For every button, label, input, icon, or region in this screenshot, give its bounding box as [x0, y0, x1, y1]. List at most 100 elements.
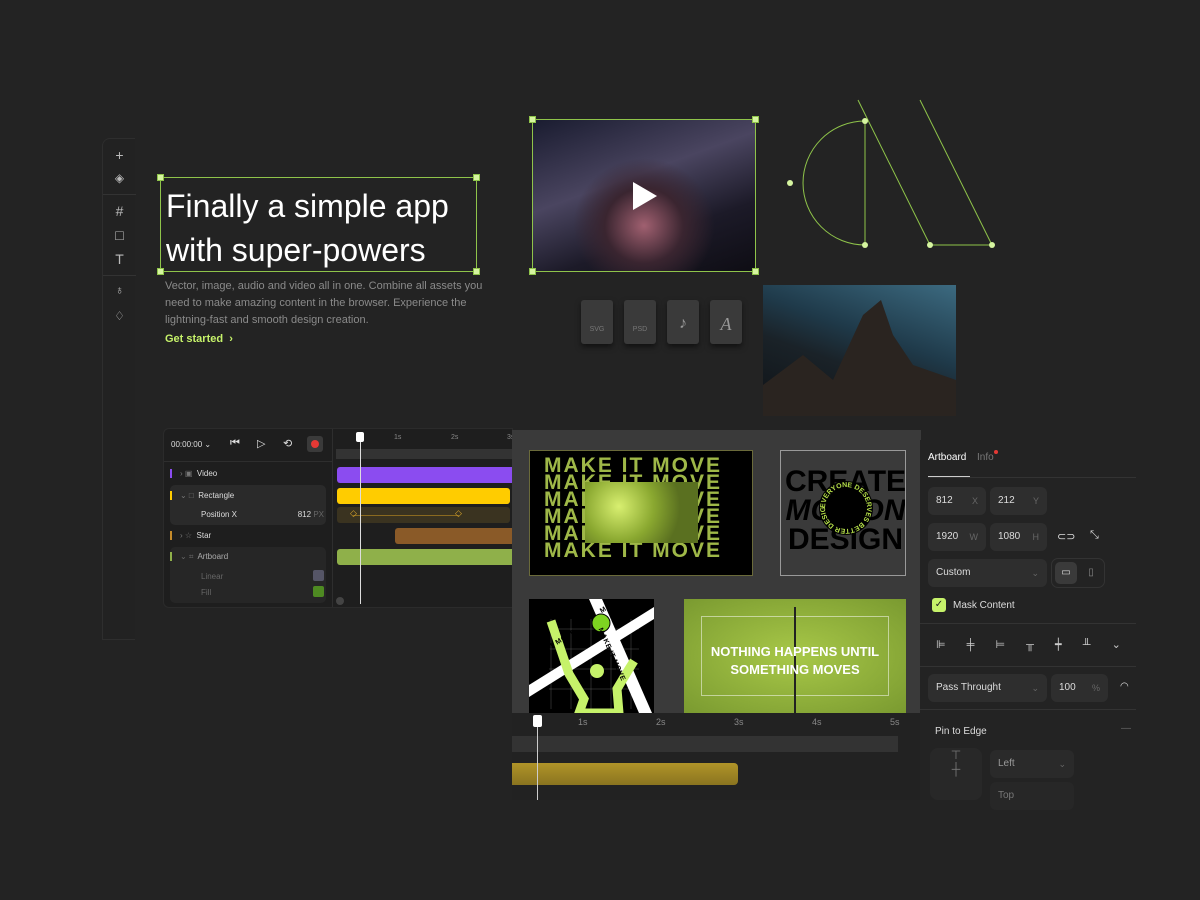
track-bar-video[interactable]: [337, 467, 512, 483]
psd-file-icon[interactable]: PSD: [624, 300, 656, 344]
chevron-down-icon: ⌄: [1058, 759, 1066, 769]
cta-label: Get started: [165, 333, 224, 345]
get-started-link[interactable]: Get started ›: [165, 333, 233, 345]
preset-select[interactable]: Custom ⌄: [928, 559, 1047, 587]
scrollbar-thumb[interactable]: [336, 597, 344, 605]
frame-icon[interactable]: #: [103, 203, 136, 219]
font-file-icon[interactable]: A: [710, 300, 742, 344]
property-position-x[interactable]: Position X 812 PX: [170, 510, 326, 519]
landscape-icon[interactable]: ▭: [1055, 562, 1077, 584]
layer-star[interactable]: › ☆ Star: [170, 531, 326, 540]
portrait-icon[interactable]: ▯: [1080, 562, 1102, 584]
opacity-input[interactable]: 100%: [1051, 674, 1108, 702]
layer-rectangle[interactable]: ⌄ □ Rectangle: [170, 491, 326, 500]
color-swatch[interactable]: [313, 586, 324, 597]
y-input[interactable]: 212 Y: [990, 487, 1047, 515]
track-bar[interactable]: [512, 763, 738, 785]
height-input[interactable]: 1080 H: [990, 523, 1047, 551]
track-bar-artboard[interactable]: [337, 549, 512, 565]
divider: [103, 275, 136, 276]
skip-back-icon[interactable]: ⏮: [230, 437, 240, 450]
selection-handle[interactable]: [157, 174, 164, 181]
time-display[interactable]: 00:00:00 ⌄: [171, 440, 211, 449]
pin-to-edge-heading: Pin to Edge: [935, 726, 987, 737]
mountain-image[interactable]: [763, 285, 956, 416]
link-icon[interactable]: ⊂⊃: [1057, 530, 1075, 543]
gradient-swatch[interactable]: [313, 570, 324, 581]
timeline-panel: 00:00:00 ⌄ ⏮ ▷ ⟲ 1s 2s 3s › ▣ Video ⌄ □ …: [163, 428, 513, 608]
property-fill[interactable]: Fill: [170, 586, 326, 597]
tab-artboard[interactable]: Artboard: [928, 452, 966, 463]
scrub-track[interactable]: [336, 449, 512, 459]
player-illustration: [529, 599, 654, 713]
keyframe-track: ◇ ◇: [337, 507, 510, 523]
tab-info[interactable]: Info: [977, 450, 998, 463]
blend-mode-select[interactable]: Pass Throught ⌄: [928, 674, 1047, 702]
tick-label: 2s: [656, 717, 666, 727]
video-thumbnail[interactable]: [529, 116, 759, 275]
selection-handle[interactable]: [473, 268, 480, 275]
mask-content-checkbox[interactable]: ✓: [932, 598, 946, 612]
tool-sidebar: + ◈ # □ T ♁ ♢: [102, 138, 136, 640]
record-icon: [311, 440, 319, 448]
property-value[interactable]: 812: [298, 510, 311, 519]
pin-horizontal-select[interactable]: Left ⌄: [990, 750, 1074, 778]
width-input[interactable]: 1920 W: [928, 523, 986, 551]
selection-handle[interactable]: [529, 116, 536, 123]
tick-label: 4s: [812, 717, 822, 727]
shrink-icon[interactable]: ⤡: [1090, 529, 1099, 542]
playhead[interactable]: [537, 716, 538, 800]
mountain-shape: [763, 300, 956, 416]
text-icon[interactable]: T: [103, 251, 136, 267]
audio-file-icon[interactable]: ♪: [667, 300, 699, 344]
playhead-handle[interactable]: [356, 432, 364, 442]
hero-title: Finally a simple app with super-powers: [157, 174, 480, 275]
layer-video[interactable]: › ▣ Video: [170, 469, 326, 478]
vector-drawing[interactable]: [780, 95, 1000, 255]
artboard-nothing-happens[interactable]: NOTHING HAPPENS UNTIL SOMETHING MOVES: [684, 599, 906, 713]
play-icon[interactable]: [633, 182, 657, 210]
artboard-create-motion[interactable]: CREATEMOTIONDESIGN EVERYONE DESERVES BET…: [780, 450, 906, 576]
selection-handle[interactable]: [157, 268, 164, 275]
loop-icon[interactable]: ⟲: [283, 437, 292, 450]
orientation-toggle[interactable]: ▭ ▯: [1051, 558, 1105, 588]
playhead-handle[interactable]: [533, 715, 542, 727]
artboard-make-it-move[interactable]: MAKE IT MOVEMAKE IT MOVEMAKE IT MOVEMAKE…: [529, 450, 753, 576]
track-bar-rectangle[interactable]: [337, 488, 510, 504]
rectangle-icon[interactable]: □: [103, 227, 136, 243]
time-value: 00:00:00: [171, 440, 203, 449]
playhead[interactable]: [360, 434, 361, 604]
align-bottom-icon: ╨: [1082, 639, 1091, 651]
selection-handle[interactable]: [752, 116, 759, 123]
pin-vertical-select[interactable]: Top: [990, 782, 1074, 810]
plus-icon[interactable]: +: [103, 147, 136, 163]
layer-name: Video: [196, 469, 218, 478]
keyframe-icon: ◇: [350, 508, 357, 518]
pin-vertical-value: Top: [998, 790, 1015, 801]
pencil-icon[interactable]: ♢: [103, 309, 136, 323]
layers-icon[interactable]: ◈: [103, 171, 136, 185]
tick-label: 1s: [394, 434, 402, 441]
play-icon[interactable]: ▷: [257, 437, 265, 450]
align-toolbar[interactable]: ⊫ ╪ ⊨ ╥ ┿ ╨ ⌄: [936, 638, 1121, 651]
pin-widget[interactable]: ⊤ ┼: [930, 748, 982, 800]
selection-handle[interactable]: [473, 174, 480, 181]
layer-name: Artboard: [197, 552, 229, 561]
pen-icon[interactable]: ♁: [103, 283, 136, 297]
title-text: Finally a simple app with super-powers: [166, 184, 449, 272]
svg-file-icon[interactable]: SVG: [581, 300, 613, 344]
align-right-icon: ⊨: [995, 639, 1006, 651]
tick-label: 3s: [734, 717, 744, 727]
collapse-icon[interactable]: —: [1121, 723, 1131, 734]
divider: [103, 194, 136, 195]
track-bar-star[interactable]: [395, 528, 512, 544]
artboard-tennis-player[interactable]: MAKE IT MOVE MAKE IT MOVE MAKE IT MOVE: [529, 599, 654, 713]
record-button[interactable]: [307, 436, 323, 452]
selection-handle[interactable]: [529, 268, 536, 275]
x-input[interactable]: 812 X: [928, 487, 986, 515]
scrub-track[interactable]: [512, 736, 898, 752]
layer-artboard[interactable]: ⌄ ⌗ Artboard: [170, 552, 326, 562]
property-linear[interactable]: Linear: [170, 570, 326, 581]
visibility-icon[interactable]: ◠: [1120, 681, 1129, 692]
selection-handle[interactable]: [752, 268, 759, 275]
